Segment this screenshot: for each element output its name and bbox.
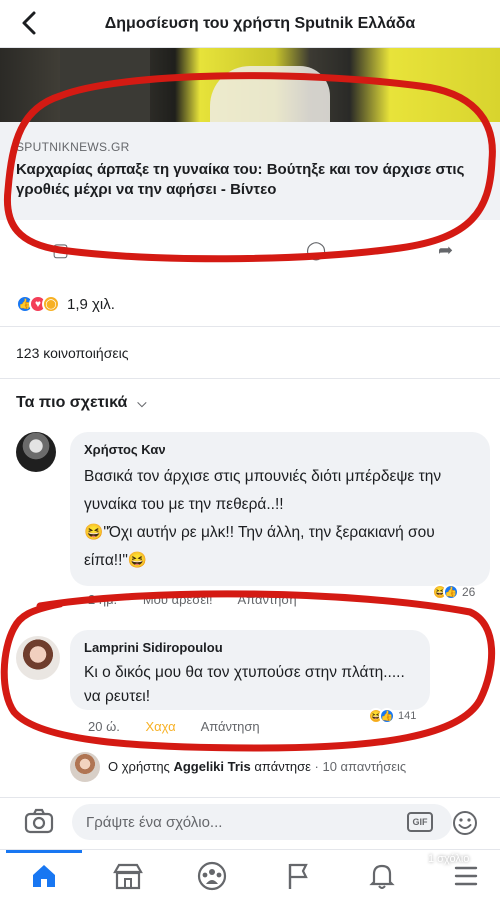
link-preview-card[interactable]: SPUTNIKNEWS.GR Καρχαρίας άρπαξε τη γυναί… — [0, 122, 500, 220]
grinning-emoji-icon: 😆 — [127, 552, 148, 569]
comment-text: 😆"Όχι αυτήν ρε μλκ!! Την άλλη, την ξερακ… — [84, 524, 435, 569]
comment-reply-button[interactable]: Απάντηση — [238, 592, 297, 607]
gif-icon[interactable]: GIF — [407, 812, 433, 832]
camera-icon[interactable] — [24, 808, 54, 834]
post-action-row: ▢ ◯ ➦ — [0, 232, 500, 270]
back-icon[interactable] — [18, 10, 42, 36]
comment-author[interactable]: Χρήστος Καν — [84, 442, 476, 457]
comment-icon[interactable]: ◯ — [306, 240, 326, 261]
comment-reply-button[interactable]: Απάντηση — [201, 719, 260, 734]
comment-reaction-count: 141 — [398, 710, 417, 722]
chevron-down-icon: ⌵ — [137, 395, 147, 410]
like-icon[interactable]: ▢ — [52, 240, 69, 261]
grinning-emoji-icon: 😆 — [84, 524, 104, 541]
comment-reaction-count: 26 — [462, 585, 476, 599]
avatar[interactable] — [16, 636, 60, 680]
comment-bubble[interactable]: Lamprini Sidiropoulou Κι ο δικός μου θα … — [70, 630, 430, 710]
divider — [0, 378, 500, 379]
emoji-icon[interactable] — [452, 810, 478, 836]
bottom-navigation — [0, 849, 500, 901]
active-tab-indicator — [6, 850, 82, 853]
marketplace-icon[interactable] — [110, 860, 146, 892]
comment-text: Κι ο δικός μου θα τον χτυπούσε στην πλάτ… — [84, 664, 427, 705]
comment-meta: 2 ημ. Μου αρέσει! Απάντηση — [88, 592, 319, 607]
notifications-bell-icon[interactable] — [364, 860, 400, 892]
pages-flag-icon[interactable] — [280, 860, 316, 892]
comments-sort-dropdown[interactable]: Τα πιο σχετικά ⌵ — [16, 394, 146, 412]
avatar[interactable] — [70, 752, 100, 782]
comment-time: 20 ώ. — [88, 719, 120, 734]
comment-bubble[interactable]: Χρήστος Καν Βασικά τον άρχισε στις μπουν… — [70, 432, 490, 586]
link-title: Καρχαρίας άρπαξε τη γυναίκα του: Βούτηξε… — [16, 161, 465, 198]
top-bar: Δημοσίευση του χρήστη Sputnik Ελλάδα — [0, 0, 500, 48]
reaction-count: 1,9 χιλ. — [67, 295, 115, 313]
view-replies-link[interactable]: Ο χρήστης Aggeliki Tris απάντησε · 10 απ… — [108, 759, 406, 774]
comment-text: Βασικά τον άρχισε στις μπουνιές διότι μπ… — [84, 468, 442, 513]
share-icon[interactable]: ➦ — [438, 240, 453, 261]
comment-meta: 20 ώ. Χαχα Απάντηση — [88, 719, 282, 734]
post-image[interactable] — [0, 48, 500, 122]
shares-count[interactable]: 123 κοινοποιήσεις — [16, 345, 128, 361]
like-reaction-icon: 👍 — [379, 708, 395, 724]
comment-time: 2 ημ. — [88, 592, 118, 607]
home-icon[interactable] — [26, 860, 62, 892]
avatar[interactable] — [16, 432, 56, 472]
post-reactions[interactable]: 👍 ♥ ◯ 1,9 χιλ. — [16, 290, 115, 318]
comment-composer: Γράψτε ένα σχόλιο... GIF — [0, 797, 500, 845]
watermark-text: 1 σχόλιο — [428, 853, 470, 865]
wow-reaction-icon: ◯ — [42, 295, 60, 313]
comment-reactions[interactable]: 😆 👍 26 — [432, 584, 475, 600]
page-title: Δημοσίευση του χρήστη Sputnik Ελλάδα — [104, 14, 416, 32]
like-reaction-icon: 👍 — [443, 584, 459, 600]
comment-reactions[interactable]: 😆 👍 141 — [368, 708, 416, 724]
comment-author[interactable]: Lamprini Sidiropoulou — [84, 640, 416, 655]
divider — [0, 326, 500, 327]
groups-icon[interactable] — [194, 860, 230, 892]
comment-input[interactable]: Γράψτε ένα σχόλιο... — [72, 804, 452, 840]
comment-like-button[interactable]: Χαχα — [145, 719, 175, 734]
link-domain: SPUTNIKNEWS.GR — [16, 140, 130, 154]
comments-sort-label: Τα πιο σχετικά — [16, 394, 128, 411]
comment-like-button[interactable]: Μου αρέσει! — [143, 592, 213, 607]
